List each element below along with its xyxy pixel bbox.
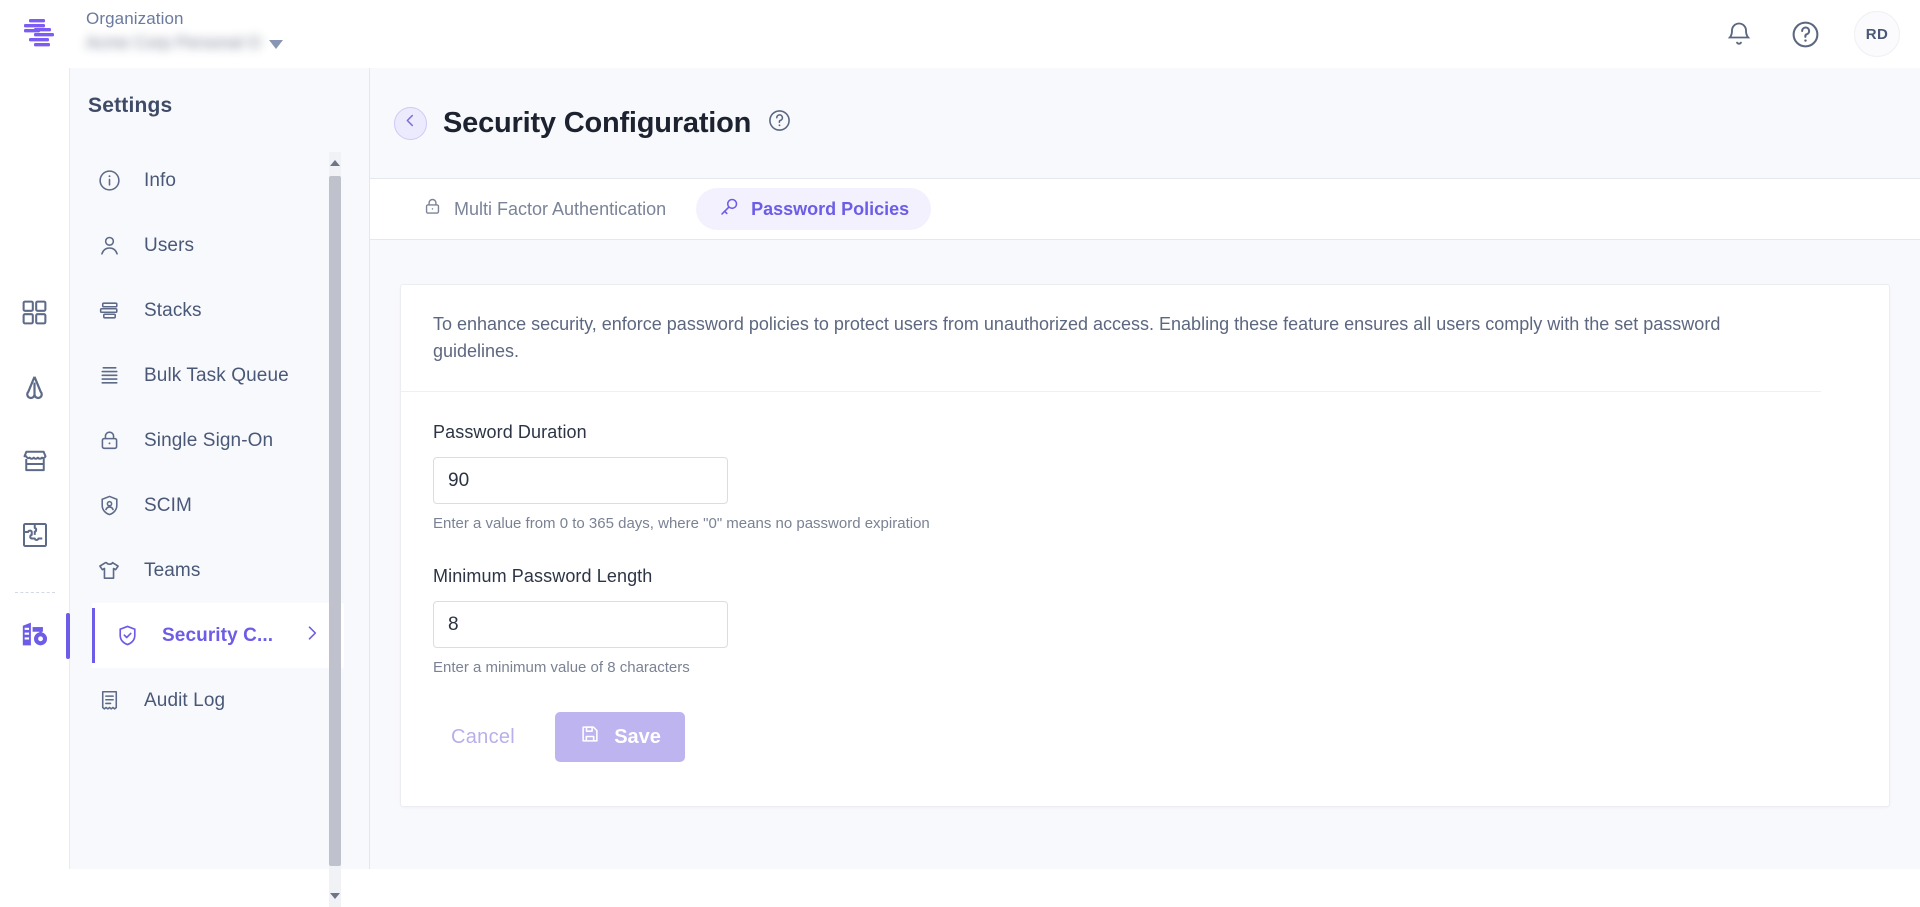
rail-item-organization-settings[interactable] [8,599,70,673]
sidebar-item-label: Teams [144,559,201,581]
sidebar-item-users[interactable]: Users [70,213,369,278]
settings-menu: Info Users Stacks Bulk Task Queue Single… [70,148,369,733]
minimum-password-length-help: Enter a minimum value of 8 characters [433,659,690,676]
sidebar-item-single-sign-on[interactable]: Single Sign-On [70,408,369,473]
back-button[interactable] [394,106,427,140]
settings-panel-title: Settings [88,94,173,117]
scroll-up-arrow-icon[interactable] [329,152,341,174]
scrollbar-thumb[interactable] [329,176,341,866]
organization-switcher[interactable]: Organization Acme Corp Personal O [86,8,283,54]
rail-item-integrations[interactable] [8,500,62,574]
tab-label: Password Policies [751,198,910,219]
minimum-password-length-input[interactable] [433,601,728,648]
chevron-down-icon[interactable] [268,40,283,49]
key-icon [718,196,740,223]
sidebar-item-info[interactable]: Info [70,148,369,213]
policy-description: To enhance security, enforce password po… [401,285,1821,392]
page-header: Security Configuration [370,68,1920,178]
field-group-minimum-password-length: Minimum Password Length Enter a minimum … [433,566,1857,676]
policy-form: Password Duration Enter a value from 0 t… [401,392,1889,806]
rail-item-marketplace[interactable] [8,426,62,500]
tab-bar: Multi Factor Authentication Password Pol… [370,178,1920,240]
rail-item-flows[interactable] [8,352,62,426]
cancel-button[interactable]: Cancel [451,726,515,749]
floppy-disk-save-icon [579,723,601,751]
password-duration-help: Enter a value from 0 to 365 days, where … [433,515,930,532]
tab-password-policies[interactable]: Password Policies [696,188,932,230]
page-title: Security Configuration [443,106,752,139]
form-actions: Cancel Save [433,712,1857,762]
tab-multi-factor-authentication[interactable]: Multi Factor Authentication [400,188,688,230]
settings-scrollbar[interactable] [329,152,341,907]
avatar[interactable]: RD [1854,11,1900,57]
sidebar-item-label: Audit Log [144,689,226,711]
list-lines-icon [96,363,122,388]
save-button[interactable]: Save [555,712,686,762]
shield-check-icon [114,623,140,648]
help-circle-icon[interactable] [1788,17,1822,51]
left-app-rail [0,68,70,869]
field-group-password-duration: Password Duration Enter a value from 0 t… [433,422,1857,532]
organization-label: Organization [86,9,184,28]
app-logo-icon[interactable] [16,14,60,54]
sidebar-item-label: Bulk Task Queue [144,364,289,386]
settings-sidebar: Settings Info Users Stacks Bulk Task Que… [70,68,370,907]
receipt-icon [96,688,122,713]
password-duration-input[interactable] [433,457,728,504]
building-gear-icon [18,617,52,656]
sidebar-item-label: SCIM [144,494,192,516]
tshirt-icon [96,558,122,584]
chevron-left-icon [402,112,419,134]
user-icon [96,233,122,258]
save-button-label: Save [614,725,661,748]
sidebar-item-audit-log[interactable]: Audit Log [70,668,369,733]
sidebar-item-stacks[interactable]: Stacks [70,278,369,343]
organization-name: Acme Corp Personal O [86,33,261,52]
padlock-icon [96,428,122,453]
notification-bell-icon[interactable] [1722,17,1756,51]
sidebar-item-bulk-task-queue[interactable]: Bulk Task Queue [70,343,369,408]
chevron-right-icon [302,623,322,648]
grid-dashboard-icon [20,298,49,332]
minimum-password-length-label: Minimum Password Length [433,566,653,586]
info-circle-icon [96,168,122,193]
password-policy-card: To enhance security, enforce password po… [400,284,1890,807]
sidebar-item-label: Security C... [162,624,274,646]
sidebar-item-label: Single Sign-On [144,429,274,451]
top-bar: Organization Acme Corp Personal O RD [0,0,1920,68]
puzzle-piece-icon [20,520,50,555]
storefront-icon [20,446,50,481]
scroll-down-arrow-icon[interactable] [329,885,341,907]
sidebar-item-scim[interactable]: SCIM [70,473,369,538]
tab-label: Multi Factor Authentication [454,198,667,219]
stacks-icon [96,298,122,323]
rail-item-dashboard[interactable] [8,278,62,352]
top-bar-actions: RD [1722,0,1900,68]
main-content: Security Configuration Multi Factor Auth… [370,68,1920,869]
sidebar-item-teams[interactable]: Teams [70,538,369,603]
password-duration-label: Password Duration [433,422,587,442]
sidebar-item-label: Info [144,169,177,191]
help-circle-icon[interactable] [767,108,792,138]
avatar-initials: RD [1865,25,1889,43]
sidebar-item-security-configuration[interactable]: Security C... [92,603,344,668]
rail-divider [14,592,55,593]
sidebar-item-label: Stacks [144,299,202,321]
shield-user-icon [96,493,122,518]
sidebar-item-label: Users [144,234,195,256]
padlock-icon [422,196,443,222]
compass-arrow-icon [19,371,50,407]
